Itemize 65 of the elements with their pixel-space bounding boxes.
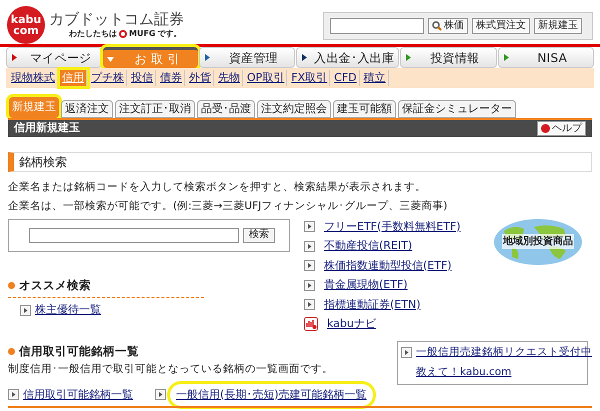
logo-text: com bbox=[13, 25, 39, 36]
caret-down-icon bbox=[107, 56, 114, 62]
company-name: カブドットコム証券 bbox=[49, 10, 184, 28]
tab[interactable]: 注文訂正･取消 bbox=[115, 100, 195, 118]
sub-nav-link[interactable]: 先物 bbox=[216, 70, 243, 86]
sub-nav-link[interactable]: 債券 bbox=[158, 70, 185, 86]
description-text: 企業名または銘柄コードを入力して検索ボタンを押すと、検索結果が表示されます。 bbox=[8, 180, 427, 196]
side-link[interactable]: フリーETF(手数料無料ETF) bbox=[324, 218, 461, 236]
main-nav-tab[interactable]: NISA bbox=[498, 47, 594, 68]
region-products-label: 地域別投資商品 bbox=[502, 234, 574, 250]
tab[interactable]: 品受･品渡 bbox=[197, 100, 255, 118]
list-link[interactable]: 一般信用(長期･売短)売建可能銘柄一覧 bbox=[170, 384, 373, 406]
request-link[interactable]: 一般信用売建銘柄リクエスト受付中 bbox=[416, 344, 592, 361]
region-products-badge[interactable]: 地域別投資商品 bbox=[494, 218, 582, 265]
sub-nav-link[interactable]: 外貨 bbox=[187, 70, 214, 86]
bullet-icon bbox=[8, 348, 15, 355]
caret-right-icon bbox=[405, 54, 412, 61]
caret-right-icon bbox=[11, 54, 18, 61]
main-nav-tab[interactable]: 投資情報 bbox=[400, 47, 497, 68]
tagline-text: です。 bbox=[158, 28, 182, 40]
sub-nav-link[interactable]: OP取引 bbox=[245, 70, 288, 86]
sub-nav-link[interactable]: 積立 bbox=[362, 70, 389, 86]
main-nav-tab[interactable]: 入出金･入出庫 bbox=[296, 47, 400, 68]
request-link[interactable]: 教えて！kabu.com bbox=[416, 364, 584, 380]
side-link[interactable]: 貴金属現物(ETF) bbox=[324, 277, 408, 294]
main-nav-tab[interactable]: マイページ bbox=[6, 47, 102, 68]
subsection-title: 信用取引可能銘柄一覧 bbox=[19, 342, 139, 360]
tab[interactable]: 注文約定照会 bbox=[257, 100, 331, 118]
quick-button[interactable]: 株価 bbox=[428, 18, 468, 34]
search-icon bbox=[432, 21, 442, 31]
description-text: 制度信用･一般信用で取引可能となっている銘柄の一覧画面です。 bbox=[8, 362, 334, 377]
recommend-link[interactable]: 株主優待一覧 bbox=[35, 302, 101, 318]
description-text: 企業名は、一部検索が可能です。(例:三菱→三菱UFJフィナンシャル･グループ、三菱商事) bbox=[8, 198, 448, 214]
side-link[interactable]: 株価指数連動型投信(ETF) bbox=[324, 258, 452, 274]
tab[interactable]: 保証金シミュレーター bbox=[398, 100, 516, 118]
side-link[interactable]: 不動産投信(REIT) bbox=[324, 238, 412, 255]
tab[interactable]: 建玉可能額 bbox=[333, 100, 396, 118]
section-title: 銘柄検索 bbox=[19, 154, 67, 172]
list-link[interactable]: 信用取引可能銘柄一覧 bbox=[23, 386, 133, 404]
mufg-logo-icon bbox=[119, 30, 127, 38]
tagline-text: わたしたちは bbox=[69, 28, 117, 40]
sub-nav-link[interactable]: 投信 bbox=[129, 70, 156, 86]
logo-text: kabu bbox=[10, 14, 42, 25]
sub-nav-link[interactable]: プチ株 bbox=[89, 70, 127, 86]
tab[interactable]: 返済注文 bbox=[61, 100, 113, 118]
caret-right-icon bbox=[204, 54, 211, 61]
side-link[interactable]: kabuナビ bbox=[327, 316, 376, 333]
caret-right-icon bbox=[301, 54, 308, 61]
quick-search-field[interactable] bbox=[330, 18, 424, 34]
search-field[interactable] bbox=[29, 228, 239, 243]
side-link[interactable]: 指標連動証券(ETN) bbox=[324, 296, 420, 314]
sub-nav-link[interactable]: FX取引 bbox=[289, 70, 330, 86]
main-nav-tab[interactable]: 資産管理 bbox=[198, 47, 296, 68]
caret-right-icon bbox=[502, 54, 510, 61]
quick-button[interactable]: 新規建玉 bbox=[534, 18, 582, 34]
quick-button[interactable]: 株式買注文 bbox=[472, 18, 530, 34]
sub-nav-link[interactable]: CFD bbox=[332, 70, 360, 86]
tagline-brand: MUFG bbox=[129, 28, 156, 40]
page-title: 信用新規建玉 bbox=[14, 120, 80, 136]
help-icon bbox=[541, 124, 550, 133]
app-icon bbox=[304, 317, 318, 332]
search-button[interactable]: 検索 bbox=[243, 228, 275, 243]
help-button[interactable]: ヘルプ bbox=[537, 121, 586, 136]
subsection-title: オススメ検索 bbox=[19, 276, 91, 294]
bullet-icon bbox=[8, 282, 15, 289]
